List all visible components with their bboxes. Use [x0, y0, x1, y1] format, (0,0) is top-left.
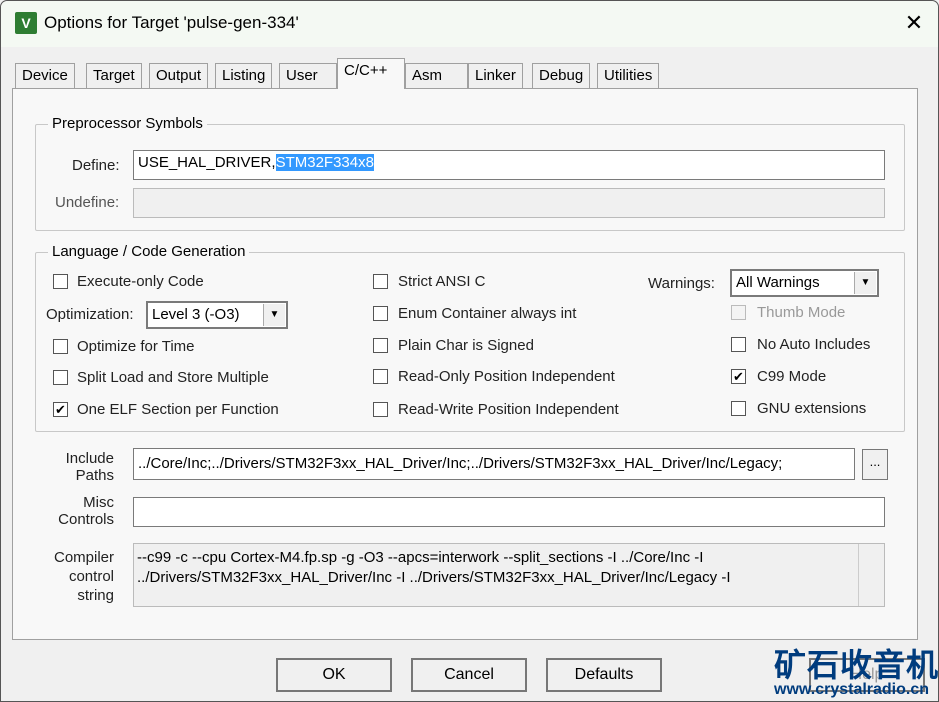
tab-debug[interactable]: Debug: [532, 63, 591, 88]
misc-label-line1: Misc: [83, 494, 114, 511]
include-label-line1: Include: [65, 450, 114, 467]
compiler-string-label: Compiler control string: [50, 548, 114, 605]
one-elf-label: One ELF Section per Function: [77, 401, 279, 418]
gnu-extensions-checkbox[interactable]: [731, 401, 746, 416]
define-text: USE_HAL_DRIVER,: [138, 154, 276, 171]
execute-only-checkbox[interactable]: [53, 274, 68, 289]
ropi-checkbox[interactable]: [373, 369, 388, 384]
warnings-label: Warnings:: [648, 275, 715, 292]
preprocessor-title: Preprocessor Symbols: [48, 115, 207, 132]
optimize-time-label: Optimize for Time: [77, 338, 195, 355]
misc-label-line2: Controls: [58, 511, 114, 528]
no-auto-includes-checkbox[interactable]: [731, 337, 746, 352]
gnu-extensions-label: GNU extensions: [757, 400, 867, 417]
c99-label: C99 Mode: [757, 368, 827, 385]
close-button[interactable]: ✕: [898, 8, 930, 38]
tab-utilities[interactable]: Utilities: [597, 63, 660, 88]
include-browse-button[interactable]: ...: [862, 449, 888, 480]
plain-char-label: Plain Char is Signed: [398, 337, 534, 354]
tab-device[interactable]: Device: [15, 63, 75, 88]
thumb-mode-checkbox[interactable]: [731, 305, 746, 320]
rwpi-label: Read-Write Position Independent: [398, 401, 619, 418]
compiler-line-1: --c99 -c --cpu Cortex-M4.fp.sp -g -O3 --…: [137, 549, 704, 566]
define-label: Define:: [72, 157, 120, 174]
watermark-logo: 矿石收音机: [774, 647, 939, 683]
tab-target[interactable]: Target: [86, 63, 142, 88]
thumb-mode-label: Thumb Mode: [757, 304, 846, 321]
include-paths-label: Include Paths: [62, 450, 114, 484]
compiler-label-line3: string: [77, 587, 114, 604]
rwpi-checkbox[interactable]: [373, 402, 388, 417]
c99-checkbox[interactable]: ✔: [731, 369, 746, 384]
include-label-line2: Paths: [75, 467, 114, 484]
one-elf-checkbox[interactable]: ✔: [53, 402, 68, 417]
include-paths-input[interactable]: ../Core/Inc;../Drivers/STM32F3xx_HAL_Dri…: [133, 448, 855, 480]
warnings-value: All Warnings: [736, 274, 820, 291]
tab-c-cpp[interactable]: C/C++: [337, 58, 405, 89]
plain-char-checkbox[interactable]: [373, 338, 388, 353]
define-input[interactable]: USE_HAL_DRIVER,STM32F334x8: [133, 150, 885, 180]
split-load-checkbox[interactable]: [53, 370, 68, 385]
watermark-url: www.crystalradio.cn: [774, 681, 930, 698]
warnings-select[interactable]: All Warnings ▼: [730, 269, 879, 297]
strict-ansi-label: Strict ANSI C: [398, 273, 486, 290]
compiler-label-line2: control: [68, 568, 114, 585]
compiler-string-box[interactable]: --c99 -c --cpu Cortex-M4.fp.sp -g -O3 --…: [133, 543, 885, 607]
compiler-label-line1: Compiler: [53, 549, 114, 566]
defaults-button[interactable]: Defaults: [546, 658, 662, 692]
tab-user[interactable]: User: [279, 63, 337, 88]
uvision-icon: V: [15, 12, 37, 34]
strict-ansi-checkbox[interactable]: [373, 274, 388, 289]
tab-linker[interactable]: Linker: [468, 63, 523, 88]
tab-output[interactable]: Output: [149, 63, 209, 88]
optimization-label: Optimization:: [46, 306, 134, 323]
optimization-value: Level 3 (-O3): [152, 306, 240, 323]
enum-int-checkbox[interactable]: [373, 306, 388, 321]
define-selected-text: STM32F334x8: [275, 154, 374, 171]
no-auto-includes-label: No Auto Includes: [757, 336, 871, 353]
chevron-down-icon: ▼: [263, 304, 285, 326]
undefine-label: Undefine:: [55, 194, 120, 211]
language-title: Language / Code Generation: [48, 243, 250, 260]
tab-asm[interactable]: Asm: [405, 63, 468, 88]
chevron-down-icon: ▼: [854, 272, 876, 294]
execute-only-label: Execute-only Code: [77, 273, 204, 290]
ok-button[interactable]: OK: [276, 658, 392, 692]
misc-controls-label: Misc Controls: [52, 494, 114, 528]
enum-int-label: Enum Container always int: [398, 305, 577, 322]
cancel-button[interactable]: Cancel: [411, 658, 527, 692]
window-title: Options for Target 'pulse-gen-334': [44, 13, 299, 32]
tab-listing[interactable]: Listing: [215, 63, 273, 88]
undefine-input[interactable]: [133, 188, 885, 218]
misc-controls-input[interactable]: [133, 497, 885, 527]
optimization-select[interactable]: Level 3 (-O3) ▼: [146, 301, 288, 329]
optimize-time-checkbox[interactable]: [53, 339, 68, 354]
split-load-label: Split Load and Store Multiple: [77, 369, 269, 386]
ropi-label: Read-Only Position Independent: [398, 368, 615, 385]
compiler-scrollbar[interactable]: [858, 544, 884, 606]
compiler-line-2: ../Drivers/STM32F3xx_HAL_Driver/Inc -I .…: [137, 569, 731, 586]
